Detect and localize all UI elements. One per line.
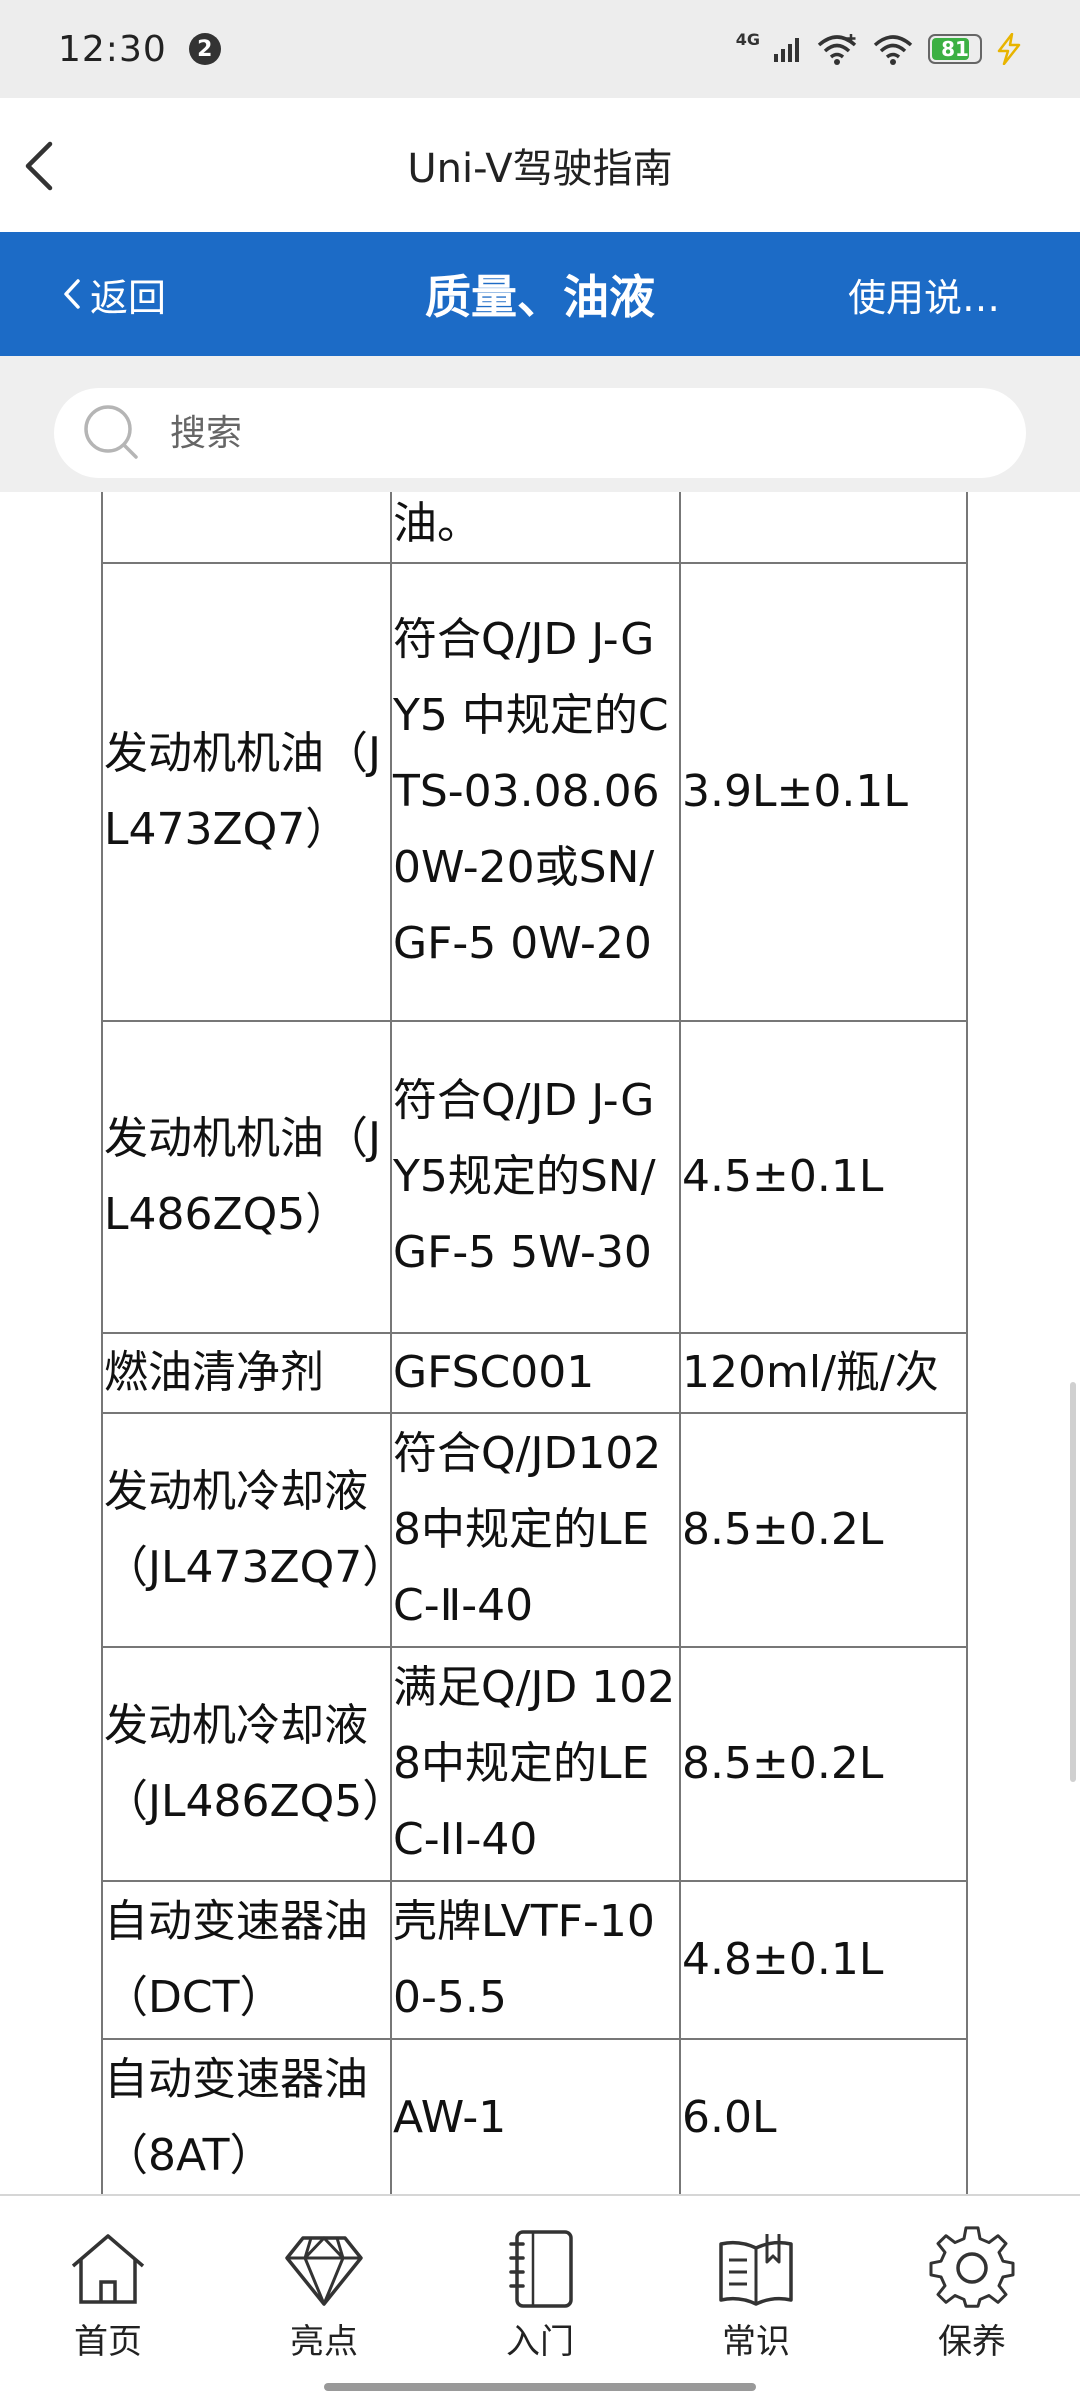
- table-row: 油。: [101, 492, 968, 564]
- fluids-table: 油。 发动机机油（JL473ZQ7） 符合Q/JD J-GY5 中规定的CTS-…: [101, 492, 968, 2194]
- content-area: 油。 发动机机油（JL473ZQ7） 符合Q/JD J-GY5 中规定的CTS-…: [0, 492, 1080, 2194]
- status-bar: 12:30 2 4G 81: [0, 0, 1080, 98]
- battery-indicator: 81: [928, 34, 982, 64]
- nav-item-knowledge[interactable]: 常识: [656, 2196, 856, 2402]
- chevron-left-icon[interactable]: [14, 136, 74, 196]
- nav-label: 入门: [506, 2322, 574, 2362]
- bottom-nav: 首页 亮点 入门 常识 保养: [0, 2194, 1080, 2402]
- back-button[interactable]: 返回: [60, 267, 166, 322]
- nav-label: 亮点: [290, 2322, 358, 2362]
- status-right: 4G 81: [735, 29, 1022, 65]
- nav-item-highlights[interactable]: 亮点: [224, 2196, 424, 2402]
- status-time: 12:30: [58, 28, 167, 70]
- search-box[interactable]: [54, 388, 1026, 478]
- table-row: 发动机机油（JL486ZQ5） 符合Q/JD J-GY5规定的SN/GF-5 5…: [101, 1022, 968, 1334]
- table-cell: 4.8±0.1L: [679, 1882, 968, 2040]
- table-cell: GFSC001: [390, 1334, 679, 1414]
- table-cell: 8.5±0.2L: [679, 1648, 968, 1882]
- table-cell: 6.0L: [679, 2040, 968, 2194]
- notification-badge: 2: [188, 33, 221, 65]
- nav-item-maintenance[interactable]: 保养: [872, 2196, 1072, 2402]
- table-cell: 3.9L±0.1L: [679, 564, 968, 1022]
- table-cell: [679, 492, 968, 564]
- back-label: 返回: [90, 275, 167, 320]
- table-row: 自动变速器油（DCT） 壳牌LVTF-100-5.5 4.8±0.1L: [101, 1882, 968, 2040]
- table-cell: 4.5±0.1L: [679, 1022, 968, 1334]
- book-icon: [719, 2234, 793, 2306]
- table-cell: 自动变速器油（8AT）: [101, 2040, 390, 2194]
- table-cell: 燃油清净剂: [101, 1334, 390, 1414]
- search-icon: [84, 405, 138, 459]
- search-input[interactable]: [168, 411, 972, 455]
- section-toolbar: 返回 质量、油液 使用说…: [0, 232, 1080, 356]
- status-left: 12:30 2: [58, 29, 221, 70]
- diamond-icon: [285, 2236, 363, 2306]
- table-row: 发动机冷却液（JL486ZQ5） 满足Q/JD 1028中规定的LEC-II-4…: [101, 1648, 968, 1882]
- nav-label: 保养: [938, 2322, 1006, 2362]
- table-cell: 符合Q/JD1028中规定的LEC-Ⅱ-40: [390, 1414, 679, 1648]
- table-cell: [101, 492, 390, 564]
- cell-signal-icon: [774, 38, 799, 62]
- table-cell: AW-1: [390, 2040, 679, 2194]
- table-cell: 120ml/瓶/次: [679, 1334, 968, 1414]
- app-title: Uni-V驾驶指南: [407, 146, 673, 192]
- chevron-left-icon: [64, 279, 80, 309]
- battery-level: 81: [941, 37, 969, 61]
- home-indicator[interactable]: [324, 2383, 756, 2391]
- nav-item-home[interactable]: 首页: [8, 2196, 208, 2402]
- table-cell: 8.5±0.2L: [679, 1414, 968, 1648]
- nav-label: 首页: [74, 2322, 142, 2362]
- search-area: [0, 356, 1080, 492]
- notebook-icon: [509, 2230, 573, 2308]
- table-cell: 发动机机油（JL486ZQ5）: [101, 1022, 390, 1334]
- home-icon: [71, 2234, 145, 2304]
- nav-item-getting-started[interactable]: 入门: [440, 2196, 640, 2402]
- app-header: Uni-V驾驶指南: [0, 98, 1080, 232]
- network-type-label: 4G: [735, 29, 760, 49]
- table-row: 燃油清净剂 GFSC001 120ml/瓶/次: [101, 1334, 968, 1414]
- scrollbar[interactable]: [1070, 1382, 1076, 1782]
- wifi-plus-icon: [817, 34, 857, 65]
- table-cell: 自动变速器油（DCT）: [101, 1882, 390, 2040]
- table-cell: 符合Q/JD J-GY5 中规定的CTS-03.08.06 0W-20或SN/G…: [390, 564, 679, 1022]
- table-cell: 壳牌LVTF-100-5.5: [390, 1882, 679, 2040]
- help-button[interactable]: 使用说…: [848, 267, 1000, 322]
- table-cell: 发动机冷却液（JL486ZQ5）: [101, 1648, 406, 1882]
- table-cell: 发动机冷却液（JL473ZQ7）: [101, 1414, 406, 1648]
- table-cell: 满足Q/JD 1028中规定的LEC-II-40: [390, 1648, 679, 1882]
- table-cell: 油。: [390, 492, 679, 564]
- wifi-icon: [873, 35, 913, 65]
- charging-bolt-icon: [997, 33, 1021, 65]
- table-cell: 符合Q/JD J-GY5规定的SN/GF-5 5W-30: [390, 1022, 679, 1334]
- gear-icon: [929, 2226, 1015, 2308]
- table-row: 发动机机油（JL473ZQ7） 符合Q/JD J-GY5 中规定的CTS-03.…: [101, 564, 968, 1022]
- table-row: 自动变速器油（8AT） AW-1 6.0L: [101, 2040, 968, 2194]
- table-cell: 发动机机油（JL473ZQ7）: [101, 564, 390, 1022]
- nav-label: 常识: [722, 2322, 790, 2362]
- table-row: 发动机冷却液（JL473ZQ7） 符合Q/JD1028中规定的LEC-Ⅱ-40 …: [101, 1414, 968, 1648]
